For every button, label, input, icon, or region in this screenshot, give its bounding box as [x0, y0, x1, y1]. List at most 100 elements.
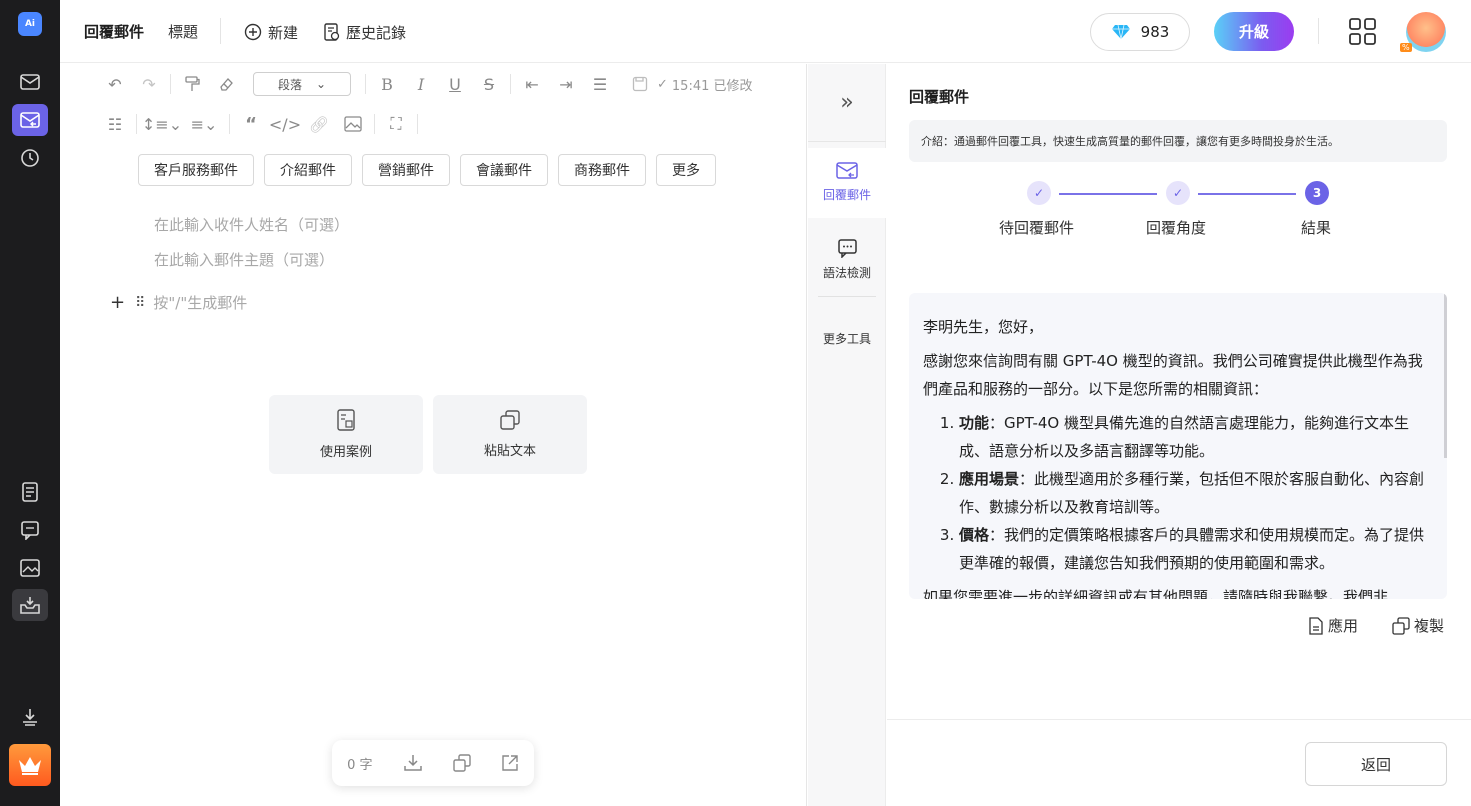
underline-icon[interactable]: U [438, 69, 472, 99]
line-height-icon[interactable]: ↕≡⌄ [141, 109, 183, 139]
title-tab[interactable]: 標題 [168, 21, 198, 42]
image-insert-icon[interactable] [336, 109, 370, 139]
add-block-icon[interactable]: + [110, 292, 125, 313]
chip-introduction[interactable]: 介紹郵件 [264, 154, 352, 186]
inbox-icon[interactable] [12, 589, 48, 621]
indent-icon[interactable]: ⇥ [549, 69, 583, 99]
copy-button[interactable]: 複製 [1392, 615, 1444, 636]
mail-icon[interactable] [12, 66, 48, 98]
result-box[interactable]: 李明先生，您好， 感謝您來信詢問有關 GPT-4O 機型的資訊。我們公司確實提供… [909, 293, 1447, 599]
result-closing: 如果您需要進一步的詳細資訊或有其他問題，請隨時與我聯繫。我們非 [923, 588, 1389, 599]
align-icon[interactable]: ≡⌄ [183, 109, 225, 139]
copy-label: 複製 [1414, 617, 1445, 635]
header-divider-2 [1318, 18, 1319, 44]
chip-meeting[interactable]: 會議郵件 [460, 154, 548, 186]
bullet-list-icon[interactable]: ☷ [98, 109, 132, 139]
avatar-badge: % [1400, 43, 1412, 52]
download-icon[interactable] [403, 754, 423, 772]
upgrade-button[interactable]: 升級 [1214, 12, 1294, 51]
paragraph-select[interactable]: 段落 ⌄ [253, 72, 351, 96]
result-point: 應用場景：此機型適用於多種行業，包括但不限於客服自動化、內容創作、數據分析以及教… [959, 465, 1427, 521]
ordered-list-icon[interactable]: ☰ [583, 69, 617, 99]
panel-footer-divider [887, 719, 1471, 720]
generate-line[interactable]: + ⠿ 按"/"生成郵件 [110, 292, 247, 313]
result-point-text: ：此機型適用於多種行業，包括但不限於客服自動化、內容創作、數據分析以及教育培訓等… [959, 470, 1425, 516]
new-button[interactable]: 新建 [244, 19, 298, 45]
tool-more[interactable]: 更多工具 [808, 330, 886, 347]
gem-balance[interactable]: 983 [1090, 13, 1190, 51]
step-connector [1059, 193, 1157, 195]
eraser-icon[interactable] [209, 69, 243, 99]
chip-business[interactable]: 商務郵件 [558, 154, 646, 186]
tool-strip: » 回覆郵件 語法檢測 更多工具 [808, 64, 886, 806]
history-doc-icon [324, 23, 340, 41]
copy-icon [1392, 616, 1410, 635]
app-logo-icon[interactable]: Ai [18, 12, 42, 36]
redo-icon[interactable]: ↷ [132, 69, 166, 99]
avatar[interactable]: % [1400, 12, 1446, 52]
editor-bottom-bar: 0 字 [332, 740, 534, 786]
document-icon[interactable] [12, 476, 48, 508]
step-1-check-icon: ✓ [1027, 181, 1051, 205]
history-icon[interactable] [12, 142, 48, 174]
reply-panel: 回覆郵件 介紹：通過郵件回覆工具，快速生成高質量的郵件回覆，讓您有更多時間投身於… [887, 64, 1471, 806]
toolbar-row-1: ↶ ↷ 段落 ⌄ B I U S ⇤ ⇥ ☰ ✓ 15:41 已修改 [98, 69, 753, 99]
subject-input[interactable]: 在此輸入郵件主題（可選） [154, 249, 334, 270]
reply-mail-icon[interactable] [12, 104, 48, 136]
plus-circle-icon [244, 23, 262, 41]
chip-customer-service[interactable]: 客戶服務郵件 [138, 154, 254, 186]
fullscreen-icon[interactable]: ⛶ [379, 109, 413, 139]
use-case-card[interactable]: 使用案例 [269, 395, 423, 474]
save-icon[interactable] [623, 69, 657, 99]
new-label: 新建 [268, 23, 299, 42]
bold-icon[interactable]: B [370, 69, 404, 99]
left-rail: Ai [0, 0, 60, 806]
tool-reply-mail-label: 回覆郵件 [822, 188, 871, 202]
back-button[interactable]: 返回 [1305, 742, 1447, 786]
apps-grid-icon[interactable] [1348, 17, 1378, 47]
apply-button[interactable]: 應用 [1308, 615, 1358, 636]
check-icon: ✓ [657, 76, 668, 92]
toolbar-divider [374, 114, 375, 134]
paste-text-card[interactable]: 粘貼文本 [433, 395, 587, 474]
step-2-check-icon: ✓ [1166, 181, 1190, 205]
history-button[interactable]: 歷史記錄 [324, 19, 406, 45]
chat-icon[interactable] [12, 514, 48, 546]
download-icon[interactable] [12, 701, 48, 733]
export-icon[interactable] [501, 754, 519, 772]
strikethrough-icon[interactable]: S [472, 69, 506, 99]
reply-mail-icon [836, 162, 858, 180]
result-greeting: 李明先生，您好， [923, 318, 1044, 336]
image-icon[interactable] [12, 552, 48, 584]
editor-area: ↶ ↷ 段落 ⌄ B I U S ⇤ ⇥ ☰ ✓ 15:41 已修改 ☷ ↕≡⌄… [60, 64, 807, 806]
drag-handle-icon[interactable]: ⠿ [135, 295, 145, 311]
italic-icon[interactable]: I [404, 69, 438, 99]
page-title: 回覆郵件 [84, 23, 145, 41]
code-icon[interactable]: </> [268, 109, 302, 139]
toolbar-row-2: ☷ ↕≡⌄ ≡⌄ “ </> 🔗︎ ⛶ [98, 109, 422, 139]
document-icon [337, 409, 355, 431]
tool-grammar[interactable]: 語法檢測 [808, 238, 886, 281]
outdent-icon[interactable]: ⇤ [515, 69, 549, 99]
tool-reply-mail[interactable]: 回覆郵件 [808, 148, 886, 218]
chip-marketing[interactable]: 營銷郵件 [362, 154, 450, 186]
app: Ai 回覆郵件 標題 新建 歷史記錄 983 升級 % ↶ ↷ 段落 ⌄ B I… [0, 0, 1471, 806]
result-point-title: 功能 [959, 414, 990, 432]
crown-icon[interactable] [9, 744, 51, 786]
format-painter-icon[interactable] [175, 69, 209, 99]
quote-icon[interactable]: “ [234, 109, 268, 139]
result-intro: 感謝您來信詢問有關 GPT-4O 機型的資訊。我們公司確實提供此機型作為我們產品… [923, 352, 1423, 398]
undo-icon[interactable]: ↶ [98, 69, 132, 99]
collapse-panel-icon[interactable]: » [808, 64, 886, 142]
apply-icon [1308, 616, 1324, 635]
grammar-icon [836, 238, 858, 258]
recipient-input[interactable]: 在此輸入收件人姓名（可選） [154, 214, 349, 235]
chip-more[interactable]: 更多 [656, 154, 716, 186]
header-divider [220, 18, 221, 44]
link-icon[interactable]: 🔗︎ [302, 109, 336, 139]
result-point-title: 價格 [959, 526, 990, 544]
copy-icon[interactable] [453, 754, 471, 772]
result-scrollbar[interactable] [1444, 293, 1447, 458]
history-label: 歷史記錄 [346, 23, 407, 42]
toolbar-divider [170, 74, 171, 94]
